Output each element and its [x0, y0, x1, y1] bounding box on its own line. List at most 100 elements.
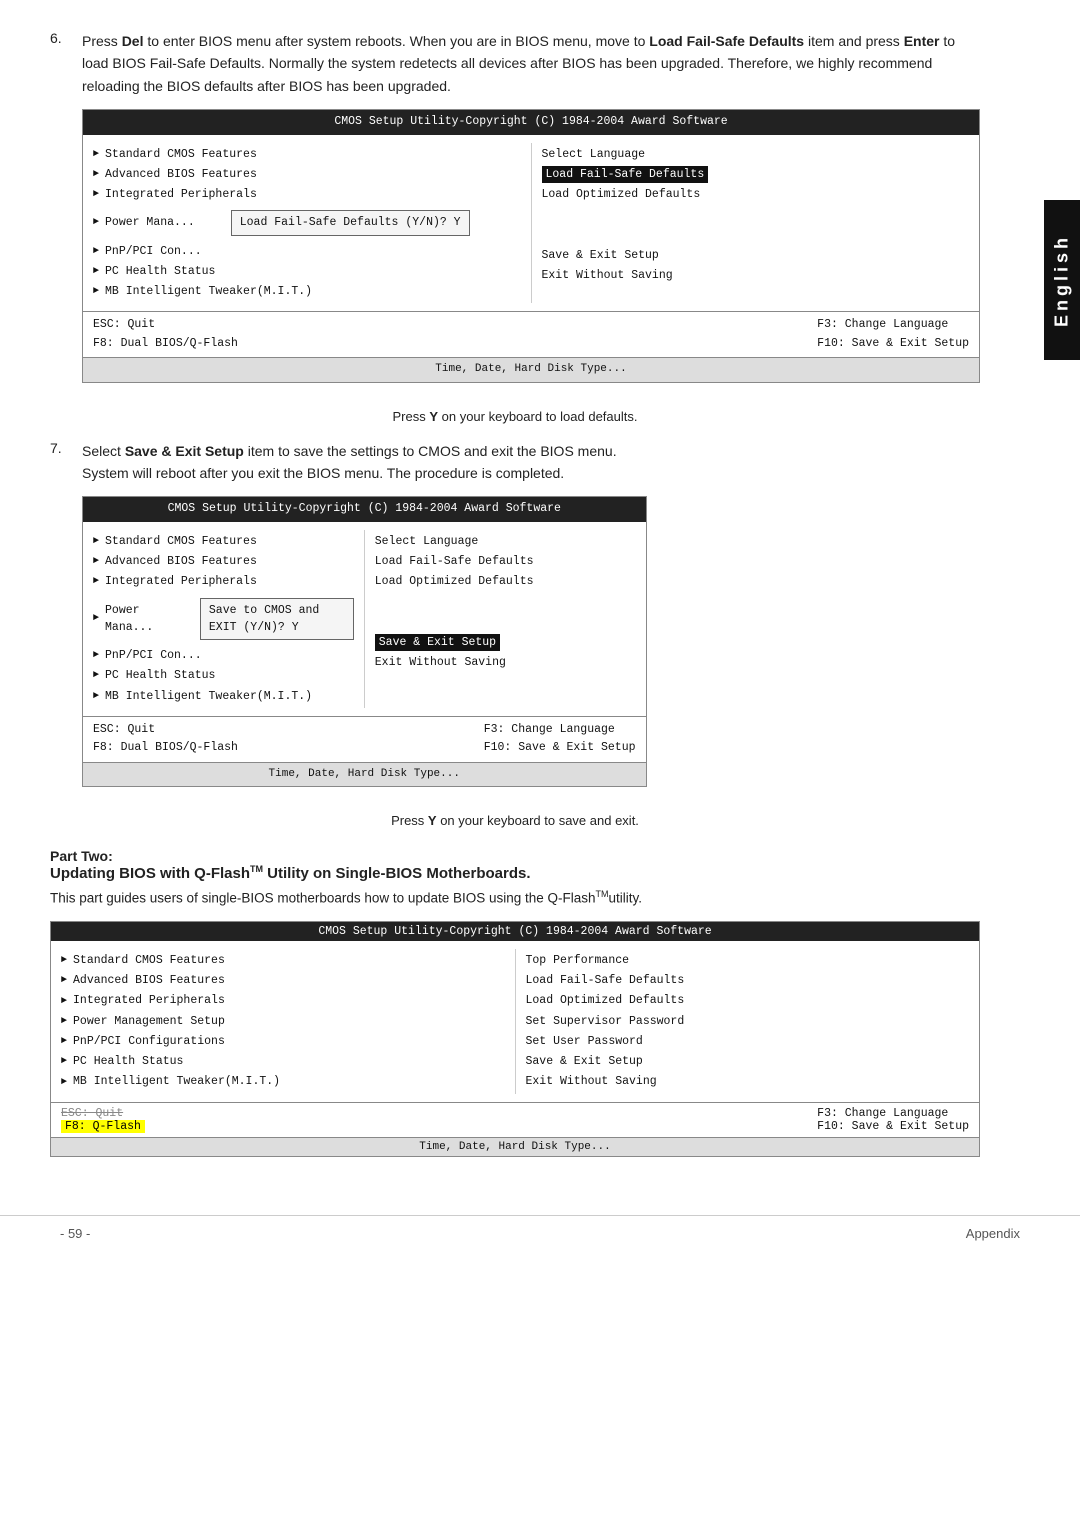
bios3-footer: ESC: Quit F8: Q-Flash F3: Change Languag… — [51, 1102, 979, 1137]
bios2-item-4: ► Power Mana... Save to CMOS and EXIT (Y… — [93, 594, 354, 645]
step6-text2: item and press — [804, 33, 904, 49]
bios3-left-7: MB Intelligent Tweaker(M.I.T.) — [73, 1073, 280, 1090]
step-6-block: 6. Press Del to enter BIOS menu after sy… — [50, 30, 980, 391]
bios1-right-4 — [542, 206, 970, 223]
step6-text1: to enter BIOS menu after system reboots.… — [143, 33, 649, 49]
bios2-right: Select Language Load Fail-Safe Defaults … — [364, 530, 636, 708]
step6-enter: Enter — [904, 33, 940, 49]
caption2-press: Press — [391, 813, 428, 828]
part-desc-text2: utility. — [609, 891, 643, 906]
bios1-footer: ESC: Quit F8: Dual BIOS/Q-Flash F3: Chan… — [83, 311, 979, 357]
bios2-right-2: Load Fail-Safe Defaults — [375, 553, 636, 570]
bios3-f3: F3: Change Language — [817, 1107, 969, 1120]
bios3-item-2: ► Advanced BIOS Features — [61, 972, 505, 989]
bios3-right-3: Load Optimized Defaults — [526, 992, 970, 1009]
bios3-f8: F8: Q-Flash — [61, 1120, 145, 1133]
bios1-item-1: ► Standard CMOS Features — [93, 146, 521, 163]
bios1-esc: ESC: Quit — [93, 316, 238, 334]
bios3-left-5: PnP/PCI Configurations — [73, 1033, 225, 1050]
step-6-text: Press Del to enter BIOS menu after syste… — [82, 30, 980, 391]
step-7-text: Select Save & Exit Setup item to save th… — [82, 440, 647, 796]
bios1-f3: F3: Change Language — [817, 316, 969, 334]
bios3-right-4: Set Supervisor Password — [526, 1013, 970, 1030]
bios1-arrow-7: ► — [93, 284, 99, 299]
bios3-bottom: Time, Date, Hard Disk Type... — [51, 1137, 979, 1156]
bios1-footer-left: ESC: Quit F8: Dual BIOS/Q-Flash — [93, 316, 238, 353]
step-7-block: 7. Select Save & Exit Setup item to save… — [50, 440, 980, 796]
bios1-f10: F10: Save & Exit Setup — [817, 335, 969, 353]
bios3-arrow-4: ► — [61, 1014, 67, 1029]
bios3-item-6: ► PC Health Status — [61, 1053, 505, 1070]
english-label: English — [1052, 234, 1073, 327]
bios2-title: CMOS Setup Utility-Copyright (C) 1984-20… — [83, 497, 646, 521]
bios1-content: ► Standard CMOS Features ► Advanced BIOS… — [83, 135, 979, 312]
part-title-text: Updating BIOS with Q-Flash — [50, 865, 250, 882]
bios1-right: Select Language Load Fail-Safe Defaults … — [531, 143, 970, 304]
bios2-footer-left: ESC: Quit F8: Dual BIOS/Q-Flash — [93, 721, 238, 758]
bios2-arrow-7: ► — [93, 689, 99, 704]
bios3-left-4: Power Management Setup — [73, 1013, 225, 1030]
bios2-left-5: PnP/PCI Con... — [105, 647, 202, 664]
bios2-left-4: Power Mana... — [105, 602, 164, 637]
caption1-text: on your keyboard to load defaults. — [438, 409, 637, 424]
caption-2: Press Y on your keyboard to save and exi… — [50, 813, 980, 828]
bios2-left: ► Standard CMOS Features ► Advanced BIOS… — [93, 530, 364, 708]
bios3-item-4: ► Power Management Setup — [61, 1013, 505, 1030]
bios1-right-3: Load Optimized Defaults — [542, 186, 970, 203]
bios1-item-7: ► MB Intelligent Tweaker(M.I.T.) — [93, 283, 521, 300]
bios3-arrow-5: ► — [61, 1034, 67, 1049]
bios3-arrow-6: ► — [61, 1054, 67, 1069]
bios1-left-3: Integrated Peripherals — [105, 186, 257, 203]
bios1-arrow-5: ► — [93, 244, 99, 259]
bios2-right-3: Load Optimized Defaults — [375, 573, 636, 590]
bios3-item-3: ► Integrated Peripherals — [61, 992, 505, 1009]
bios2-item-1: ► Standard CMOS Features — [93, 533, 354, 550]
bios3-right-5: Set User Password — [526, 1033, 970, 1050]
bios1-left-5: PnP/PCI Con... — [105, 243, 202, 260]
step-6-number: 6. — [50, 30, 70, 391]
bios2-right-7: Exit Without Saving — [375, 654, 636, 671]
bios3-left: ► Standard CMOS Features ► Advanced BIOS… — [61, 949, 515, 1094]
bios3-footer-left: ESC: Quit F8: Q-Flash — [61, 1107, 145, 1133]
bios3-left-6: PC Health Status — [73, 1053, 183, 1070]
bios1-item-6: ► PC Health Status — [93, 263, 521, 280]
step7-text1: item to save the settings to CMOS and ex… — [244, 443, 617, 459]
bios2-item-3: ► Integrated Peripherals — [93, 573, 354, 590]
step6-text-before: Press — [82, 33, 122, 49]
bios2-bottom: Time, Date, Hard Disk Type... — [83, 762, 646, 787]
bios2-arrow-6: ► — [93, 668, 99, 683]
bios3-footer-right: F3: Change Language F10: Save & Exit Set… — [817, 1107, 969, 1133]
bios1-title: CMOS Setup Utility-Copyright (C) 1984-20… — [83, 110, 979, 134]
part-two-heading: Part Two: Updating BIOS with Q-FlashTM U… — [50, 848, 980, 882]
bios1-left-7: MB Intelligent Tweaker(M.I.T.) — [105, 283, 312, 300]
bios3-item-5: ► PnP/PCI Configurations — [61, 1033, 505, 1050]
bios-screenshot-1: CMOS Setup Utility-Copyright (C) 1984-20… — [82, 109, 980, 383]
bios2-dialog: Save to CMOS and EXIT (Y/N)? Y — [200, 598, 354, 641]
bios1-item-3: ► Integrated Peripherals — [93, 186, 521, 203]
bios1-arrow-3: ► — [93, 187, 99, 202]
bios3-arrow-2: ► — [61, 973, 67, 988]
bios3-right: Top Performance Load Fail-Safe Defaults … — [515, 949, 970, 1094]
bios2-left-1: Standard CMOS Features — [105, 533, 257, 550]
bios1-right-5 — [542, 227, 970, 244]
bios3-arrow-7: ► — [61, 1075, 67, 1090]
part-desc: This part guides users of single-BIOS mo… — [50, 888, 980, 909]
bios3-arrow-3: ► — [61, 994, 67, 1009]
bios1-left-1: Standard CMOS Features — [105, 146, 257, 163]
step7-item: Save & Exit Setup — [125, 443, 244, 459]
step7-select: Select — [82, 443, 125, 459]
bios1-arrow-6: ► — [93, 264, 99, 279]
bios1-arrow-4: ► — [93, 215, 99, 230]
page-footer: - 59 - Appendix — [0, 1215, 1080, 1251]
bios1-left-6: PC Health Status — [105, 263, 215, 280]
bios3-right-1: Top Performance — [526, 952, 970, 969]
bios2-item-5: ► PnP/PCI Con... — [93, 647, 354, 664]
bios2-left-3: Integrated Peripherals — [105, 573, 257, 590]
bios1-f8: F8: Dual BIOS/Q-Flash — [93, 335, 238, 353]
bios1-arrow-1: ► — [93, 147, 99, 162]
bios3-right-2: Load Fail-Safe Defaults — [526, 972, 970, 989]
bios3-content: ► Standard CMOS Features ► Advanced BIOS… — [51, 941, 979, 1102]
bios2-right-6: Save & Exit Setup — [375, 634, 636, 651]
bios3-right-7: Exit Without Saving — [526, 1073, 970, 1090]
caption1-key: Y — [429, 409, 438, 424]
